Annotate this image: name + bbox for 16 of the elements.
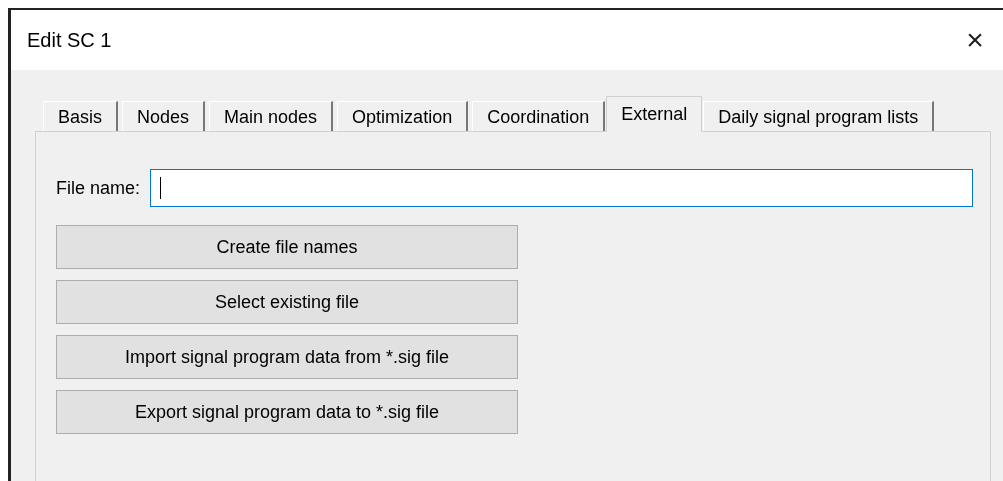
tab[interactable]: Optimization — [337, 101, 469, 132]
file-name-field[interactable] — [150, 169, 973, 207]
close-button[interactable]: × — [957, 22, 993, 58]
field-label: File name: — [56, 176, 141, 200]
action-button[interactable]: Export signal program data to *.sig file — [56, 390, 518, 434]
tab[interactable]: Basis — [43, 101, 118, 132]
tab[interactable]: Main nodes — [209, 101, 334, 132]
tab[interactable]: Nodes — [122, 101, 206, 132]
tab[interactable]: Daily signal program lists — [703, 101, 935, 132]
action-button[interactable]: Create file names — [56, 225, 518, 269]
window-title: Edit SC 1 — [27, 28, 112, 53]
tab[interactable]: Coordination — [472, 101, 606, 132]
action-button[interactable]: Import signal program data from *.sig file — [56, 335, 518, 379]
text-cursor — [160, 177, 162, 199]
tab[interactable]: External — [606, 96, 703, 132]
action-button[interactable]: Select existing file — [56, 280, 518, 324]
